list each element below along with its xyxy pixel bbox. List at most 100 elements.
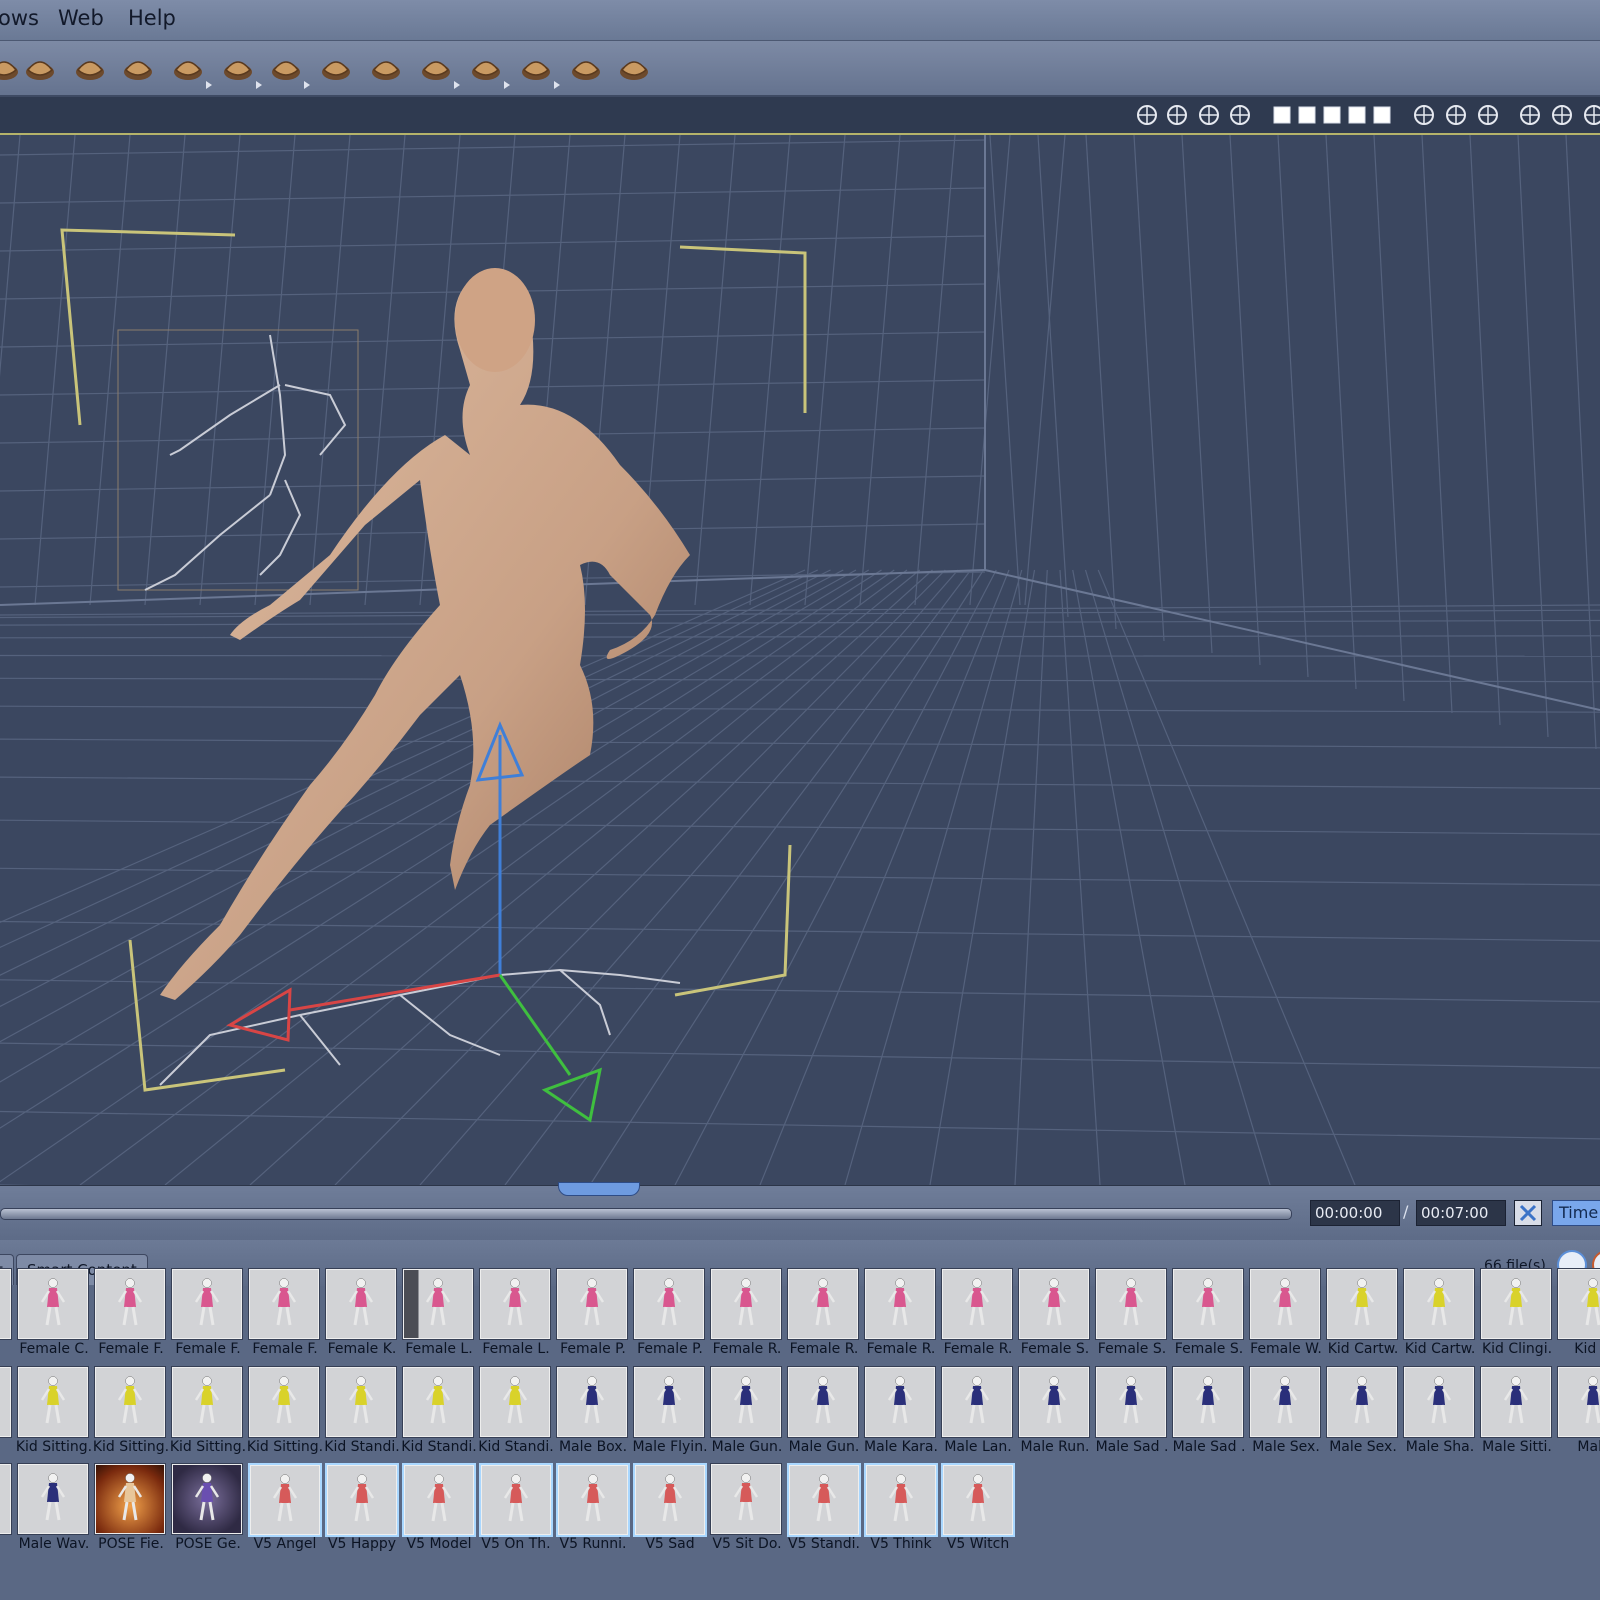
content-item[interactable]: Kid Standi.: [400, 1366, 477, 1461]
content-item[interactable]: Male Flyin.: [631, 1366, 708, 1461]
content-item[interactable]: V5 Model: [400, 1463, 476, 1558]
ground-icon[interactable]: [318, 50, 354, 86]
double-view-icon[interactable]: [1295, 103, 1319, 127]
dome-icon[interactable]: [368, 50, 404, 86]
content-item[interactable]: Female R.: [939, 1268, 1015, 1363]
content-item[interactable]: POSE Fie.: [92, 1463, 168, 1558]
content-item[interactable]: Female R.: [785, 1268, 861, 1363]
content-item[interactable]: Female F.: [246, 1268, 322, 1363]
single-view-icon[interactable]: [1270, 103, 1294, 127]
3d-viewport[interactable]: [0, 135, 1600, 1185]
content-item[interactable]: i.: [0, 1366, 14, 1461]
camera-icon[interactable]: [468, 50, 510, 89]
light-icon[interactable]: [1165, 103, 1189, 127]
content-item[interactable]: Male Sad .: [1170, 1366, 1246, 1461]
content-item[interactable]: Male Kara.: [862, 1366, 938, 1461]
rocks-icon[interactable]: [268, 50, 310, 89]
content-item[interactable]: Male Gun.: [785, 1366, 861, 1461]
menu-item-0[interactable]: ows: [0, 6, 39, 30]
content-item[interactable]: Kid Clingi.: [1478, 1268, 1554, 1363]
loop-button[interactable]: [1514, 1200, 1542, 1226]
menu-item-2[interactable]: Help: [128, 6, 176, 30]
content-item[interactable]: Male: [1555, 1366, 1600, 1461]
tab-time[interactable]: Time: [1552, 1200, 1600, 1226]
target-icon[interactable]: [568, 50, 604, 86]
thumbnail: [633, 1366, 705, 1438]
menu-item-1[interactable]: Web: [58, 6, 104, 30]
content-item[interactable]: Male Sad .: [1093, 1366, 1169, 1461]
triple-view-icon[interactable]: [1320, 103, 1344, 127]
rotate-icon[interactable]: [1550, 103, 1574, 127]
content-item[interactable]: V5 Standi.: [785, 1463, 861, 1558]
content-item[interactable]: C.: [0, 1268, 14, 1363]
content-item[interactable]: V5 Angel: [246, 1463, 322, 1558]
content-item[interactable]: Female S.: [1170, 1268, 1246, 1363]
terrain-icon[interactable]: [72, 50, 108, 86]
hands-icon[interactable]: [1197, 103, 1221, 127]
content-item[interactable]: Kid Cartw.: [1324, 1268, 1400, 1363]
content-item[interactable]: Female P.: [554, 1268, 630, 1363]
content-item[interactable]: Male Sha.: [1401, 1366, 1477, 1461]
content-item[interactable]: Kid Sitting.: [169, 1366, 246, 1461]
flame-icon[interactable]: [220, 50, 262, 89]
content-item[interactable]: Female W.: [1247, 1268, 1323, 1363]
content-item[interactable]: Female F.: [169, 1268, 245, 1363]
content-item[interactable]: Female C.: [15, 1268, 91, 1363]
shield-icon-3[interactable]: [1476, 103, 1500, 127]
panel-collapse-handle[interactable]: [558, 1182, 640, 1196]
tree-icon[interactable]: [120, 50, 156, 86]
cloud-icon[interactable]: [170, 50, 212, 89]
content-item[interactable]: Kid Standi.: [477, 1366, 554, 1461]
content-item[interactable]: Male Sitti.: [1478, 1366, 1554, 1461]
scene-canvas[interactable]: [0, 135, 1600, 1185]
bone-icon[interactable]: [616, 50, 652, 86]
up-arrow-icon[interactable]: [1518, 103, 1542, 127]
content-item[interactable]: Male Run.: [1016, 1366, 1092, 1461]
content-item[interactable]: Female S.: [1093, 1268, 1169, 1363]
content-item[interactable]: POSE Ge.: [169, 1463, 245, 1558]
content-item[interactable]: V5 Sit Do.: [708, 1463, 784, 1558]
layout-icon[interactable]: [1370, 103, 1394, 127]
content-item[interactable]: Kid Cartw.: [1401, 1268, 1477, 1363]
content-item[interactable]: V5 Runni.: [554, 1463, 630, 1558]
content-item[interactable]: Female L.: [400, 1268, 476, 1363]
globe-icon[interactable]: [1228, 103, 1252, 127]
quad-view-icon[interactable]: [1345, 103, 1369, 127]
content-item[interactable]: Male Gun.: [708, 1366, 784, 1461]
content-item[interactable]: Female F.: [92, 1268, 168, 1363]
content-item[interactable]: Male Sex.: [1247, 1366, 1323, 1461]
thumbnail-label: V5 Sit Do.: [712, 1536, 782, 1552]
time-slider[interactable]: [0, 1208, 1292, 1220]
content-item[interactable]: V5 Witch: [939, 1463, 1015, 1558]
content-item[interactable]: Kid Sitting.: [246, 1366, 323, 1461]
cluster-icon[interactable]: [22, 50, 58, 86]
content-item[interactable]: n.: [0, 1463, 14, 1558]
shield-icon[interactable]: [1412, 103, 1436, 127]
content-item[interactable]: Female K.: [323, 1268, 399, 1363]
content-item[interactable]: V5 Happy: [323, 1463, 399, 1558]
content-item[interactable]: Kid Sitting.: [92, 1366, 169, 1461]
arrow-icon[interactable]: [0, 50, 22, 86]
content-item[interactable]: Kid Ju: [1555, 1268, 1600, 1363]
content-item[interactable]: Female R.: [708, 1268, 784, 1363]
content-item[interactable]: Male Lan.: [939, 1366, 1015, 1461]
cube-icon[interactable]: [1582, 103, 1600, 127]
content-item[interactable]: Female R.: [862, 1268, 938, 1363]
content-item[interactable]: Female P.: [631, 1268, 707, 1363]
current-time-field[interactable]: 00:00:00: [1310, 1200, 1400, 1226]
content-item[interactable]: Male Sex.: [1324, 1366, 1400, 1461]
content-item[interactable]: Male Wav.: [15, 1463, 91, 1558]
lights-icon[interactable]: [518, 50, 560, 89]
content-item[interactable]: V5 Sad: [631, 1463, 707, 1558]
brush-icon[interactable]: [418, 50, 460, 89]
content-item[interactable]: Kid Sitting.: [15, 1366, 92, 1461]
end-time-field[interactable]: 00:07:00: [1416, 1200, 1506, 1226]
content-item[interactable]: Male Box.: [554, 1366, 630, 1461]
content-item[interactable]: Female L.: [477, 1268, 553, 1363]
content-item[interactable]: Kid Standi.: [323, 1366, 400, 1461]
content-item[interactable]: V5 On Th.: [477, 1463, 553, 1558]
camera-select-icon[interactable]: [1135, 103, 1159, 127]
shield-icon-2[interactable]: [1444, 103, 1468, 127]
content-item[interactable]: Female S.: [1016, 1268, 1092, 1363]
content-item[interactable]: V5 Think: [862, 1463, 938, 1558]
